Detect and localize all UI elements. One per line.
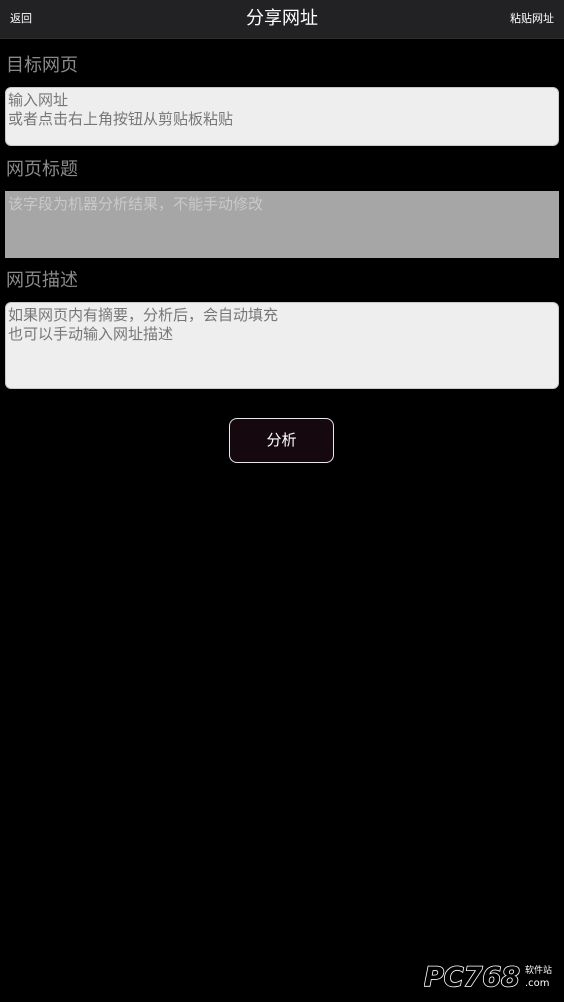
page-title-label: 网页标题 [6,159,78,180]
page-title: 分享网址 [246,8,318,29]
watermark-suffix: .com [525,978,550,989]
target-url-input[interactable] [5,87,559,146]
page-description-input[interactable] [5,302,559,389]
watermark-sub: 软件站 [525,964,552,976]
page-title-field [5,191,559,258]
pc768-watermark-logo: PC768 软件站 .com [424,961,552,994]
share-url-screen: 返回 分享网址 粘贴网址 目标网页 网页标题 网页描述 分析 PC768 软件站… [0,0,564,1002]
target-page-label: 目标网页 [6,55,78,76]
top-bar: 返回 分享网址 粘贴网址 [0,0,564,39]
page-description-label: 网页描述 [6,270,78,291]
paste-url-button[interactable]: 粘贴网址 [510,0,554,38]
watermark-brand: PC768 [424,962,520,993]
analyze-button[interactable]: 分析 [229,418,334,463]
